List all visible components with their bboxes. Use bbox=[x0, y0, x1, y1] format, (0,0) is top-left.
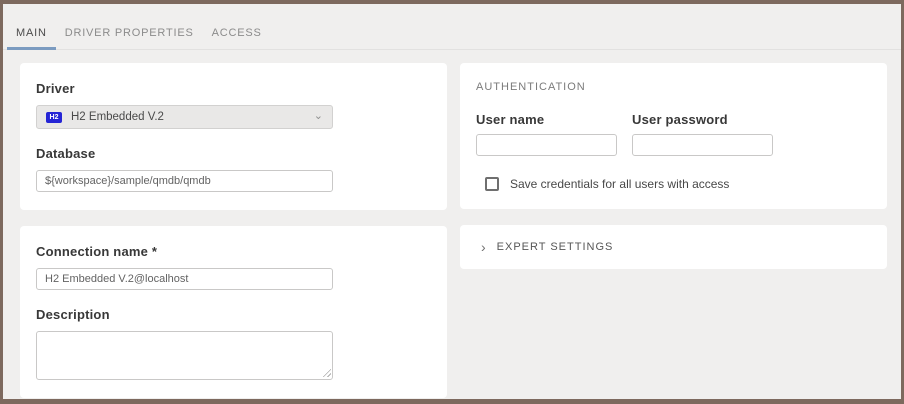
connection-name-label: Connection name * bbox=[36, 244, 431, 259]
username-field: User name bbox=[476, 112, 617, 156]
driver-select-value: H2 Embedded V.2 bbox=[71, 111, 305, 123]
save-credentials-label: Save credentials for all users with acce… bbox=[510, 177, 729, 191]
driver-select[interactable]: H2 H2 Embedded V.2 ⌄ bbox=[36, 105, 333, 129]
driver-card: Driver H2 H2 Embedded V.2 ⌄ Database bbox=[20, 63, 447, 210]
expert-settings-expander[interactable]: › EXPERT SETTINGS bbox=[460, 225, 887, 269]
password-label: User password bbox=[632, 112, 773, 127]
username-input[interactable] bbox=[476, 134, 617, 156]
driver-label: Driver bbox=[36, 81, 431, 96]
right-column: AUTHENTICATION User name User password S… bbox=[460, 63, 887, 398]
auth-fields-row: User name User password bbox=[476, 112, 871, 156]
chevron-right-icon: › bbox=[481, 240, 486, 254]
left-column: Driver H2 H2 Embedded V.2 ⌄ Database Con… bbox=[20, 63, 447, 398]
save-credentials-row[interactable]: Save credentials for all users with acce… bbox=[476, 177, 871, 191]
password-input[interactable] bbox=[632, 134, 773, 156]
h2-logo-icon: H2 bbox=[46, 112, 62, 123]
description-field-wrap bbox=[36, 331, 333, 380]
save-credentials-checkbox[interactable] bbox=[485, 177, 499, 191]
password-field: User password bbox=[632, 112, 773, 156]
tab-main[interactable]: MAIN bbox=[7, 4, 56, 49]
tab-bar: MAIN DRIVER PROPERTIES ACCESS bbox=[3, 4, 901, 50]
connection-name-input[interactable] bbox=[36, 268, 333, 290]
chevron-down-icon: ⌄ bbox=[314, 111, 323, 124]
description-label: Description bbox=[36, 307, 431, 322]
username-label: User name bbox=[476, 112, 617, 127]
main-content: Driver H2 H2 Embedded V.2 ⌄ Database Con… bbox=[3, 50, 901, 398]
authentication-title: AUTHENTICATION bbox=[476, 81, 871, 93]
tab-access[interactable]: ACCESS bbox=[203, 4, 271, 49]
database-label: Database bbox=[36, 146, 431, 161]
expert-settings-label: EXPERT SETTINGS bbox=[497, 241, 614, 253]
tab-driver-properties[interactable]: DRIVER PROPERTIES bbox=[56, 4, 203, 49]
connection-card: Connection name * Description bbox=[20, 226, 447, 398]
connection-settings-window: MAIN DRIVER PROPERTIES ACCESS Driver H2 … bbox=[0, 0, 904, 404]
database-input[interactable] bbox=[36, 170, 333, 192]
authentication-card: AUTHENTICATION User name User password S… bbox=[460, 63, 887, 209]
description-textarea[interactable] bbox=[36, 331, 333, 380]
